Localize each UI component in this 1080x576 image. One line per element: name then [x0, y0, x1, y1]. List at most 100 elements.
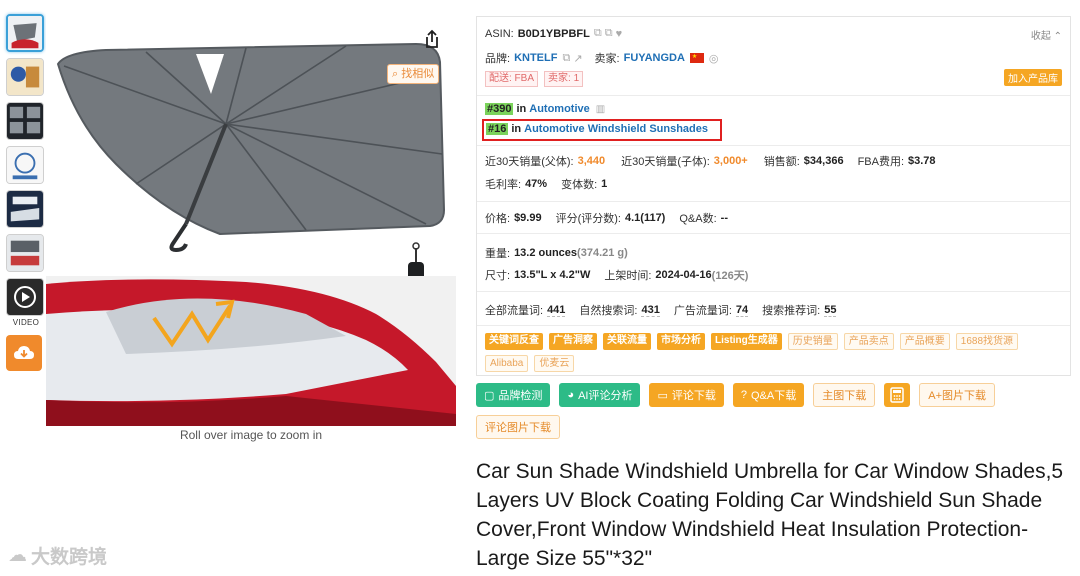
- thumbnail-3[interactable]: [6, 102, 44, 140]
- copy-link-icon[interactable]: ⧉: [605, 27, 613, 40]
- asin-label: ASIN:: [485, 27, 514, 40]
- action-buttons: ▢ 品牌检测 ◕ AI评论分析 ▭ 评论下载 ? Q&A下载 主图下载 A+图片…: [476, 383, 1076, 439]
- zoom-hint: Roll over image to zoom in: [179, 428, 323, 442]
- rank-row-2: #16 in Automotive Windshield Sunshades: [486, 123, 708, 135]
- ai-review-label: AI评论分析: [578, 390, 633, 402]
- external-link-icon[interactable]: ↗: [573, 52, 582, 65]
- tool-keyword-reverse[interactable]: 关键词反查: [485, 333, 543, 350]
- divider: [477, 145, 1070, 146]
- sellers-count-tag: 卖家: 1: [544, 71, 584, 87]
- kw-total-value[interactable]: 441: [547, 304, 566, 317]
- china-flag-icon: ★: [689, 53, 704, 63]
- price-label: 价格:: [485, 213, 511, 225]
- tool-ad-insight[interactable]: 广告洞察: [549, 333, 597, 350]
- brand-check-label: 品牌检测: [498, 390, 543, 402]
- keywords-row: 全部流量词: 441 自然搜索词: 431 广告流量词: 74 搜索推荐词: 5…: [485, 302, 850, 318]
- chevron-up-icon: ⌃: [1053, 31, 1062, 42]
- watermark: ☁ 大数跨境: [8, 542, 107, 569]
- main-image-download-button[interactable]: 主图下载: [813, 383, 876, 407]
- video-label: VIDEO: [12, 318, 40, 327]
- watermark-text: 大数跨境: [31, 547, 108, 568]
- seller-link[interactable]: FUYANGDA: [624, 52, 685, 64]
- share-icon[interactable]: [421, 28, 443, 50]
- size-label: 尺寸:: [485, 270, 511, 282]
- bar-chart-icon[interactable]: ▥: [596, 104, 605, 115]
- calculator-button[interactable]: [884, 383, 911, 407]
- location-icon[interactable]: ◎: [709, 52, 719, 65]
- weight-label: 重量:: [485, 248, 511, 260]
- price-row: 价格: $9.99 评分(评分数): 4.1(117) Q&A数: --: [485, 210, 742, 226]
- review-image-download-button[interactable]: 评论图片下载: [476, 415, 560, 439]
- favorite-icon[interactable]: ♥: [616, 28, 623, 40]
- margin-value: 47%: [525, 178, 548, 190]
- thumbnail-2[interactable]: [6, 58, 44, 96]
- brand-check-button[interactable]: ▢ 品牌检测: [476, 383, 551, 407]
- rank-category-link[interactable]: Automotive Windshield Sunshades: [524, 123, 708, 135]
- kw-ads-label: 广告流量词:: [673, 305, 732, 317]
- rank-row-1: #390 in Automotive ▥: [485, 103, 605, 115]
- video-thumbnail[interactable]: [6, 278, 44, 316]
- rank-category-link[interactable]: Automotive: [529, 103, 590, 115]
- tool-sales-history[interactable]: 历史销量: [787, 333, 838, 350]
- brand-label: 品牌:: [485, 53, 511, 65]
- pie-chart-icon: ◕: [567, 389, 575, 401]
- brand-link[interactable]: KNTELF: [514, 52, 557, 64]
- rank-number: #390: [485, 103, 514, 115]
- tool-1688-sourcing[interactable]: 1688找货源: [955, 333, 1019, 350]
- search-icon: ⌕: [392, 68, 399, 80]
- sales-child-label: 近30天销量(子体):: [621, 156, 710, 168]
- listed-label: 上架时间:: [604, 270, 652, 282]
- size-value: 13.5"L x 4.2"W: [514, 269, 591, 281]
- question-icon: ?: [740, 389, 747, 401]
- thumbnail-5[interactable]: [6, 190, 44, 228]
- tool-alibaba[interactable]: Alibaba: [485, 355, 529, 372]
- sales-parent-value: 3,440: [577, 155, 606, 167]
- thumbnail-4[interactable]: [6, 146, 44, 184]
- qa-download-button[interactable]: ? Q&A下载: [732, 383, 805, 407]
- variants-value: 1: [601, 178, 608, 190]
- price-value: $9.99: [514, 212, 542, 224]
- qa-download-label: Q&A下载: [751, 390, 797, 402]
- kw-recommend-value[interactable]: 55: [824, 304, 837, 317]
- thumbnail-1[interactable]: [6, 14, 44, 52]
- rating-value: 4.1(117): [624, 212, 666, 224]
- review-download-button[interactable]: ▭ 评论下载: [649, 383, 724, 407]
- aplus-image-download-button[interactable]: A+图片下载: [919, 383, 995, 407]
- tool-product-summary[interactable]: 产品概要: [899, 333, 950, 350]
- copy-icon[interactable]: ⧉: [594, 27, 602, 40]
- weight-value: 13.2 ounces: [514, 247, 578, 259]
- rank-number: #16: [486, 123, 509, 135]
- copy-icon[interactable]: ⧉: [562, 52, 570, 65]
- asin-value[interactable]: B0D1YBPBFL: [518, 28, 590, 40]
- tool-market-analysis[interactable]: 市场分析: [657, 333, 705, 350]
- image-download-button[interactable]: [6, 335, 42, 371]
- thumbnail-6[interactable]: [6, 234, 44, 272]
- tool-youmaiyun[interactable]: 优麦云: [534, 355, 575, 372]
- listed-value: 2024-04-16: [655, 269, 712, 281]
- tool-related-traffic[interactable]: 关联流量: [603, 333, 651, 350]
- kw-ads-value[interactable]: 74: [735, 304, 749, 317]
- comment-icon: ▭: [657, 389, 668, 402]
- calculator-icon: [890, 387, 904, 403]
- kw-recommend-label: 搜索推荐词:: [762, 305, 821, 317]
- cloud-download-icon: [14, 346, 34, 359]
- asin-row: ASIN: B0D1YBPBFL ⧉ ⧉ ♥: [485, 27, 622, 40]
- watermark-logo-icon: ☁: [8, 545, 27, 566]
- tool-selling-points[interactable]: 产品卖点: [843, 333, 894, 350]
- delivery-tag: 配送: FBA: [485, 71, 539, 87]
- qa-value: --: [720, 212, 728, 224]
- fba-fee-label: FBA费用:: [857, 156, 905, 168]
- review-download-label: 评论下载: [671, 390, 716, 402]
- tool-listing-generator[interactable]: Listing生成器: [711, 333, 782, 350]
- size-row: 尺寸: 13.5"L x 4.2"W 上架时间: 2024-04-16 (126…: [485, 267, 748, 283]
- collapse-button[interactable]: 收起 ⌃: [1031, 27, 1062, 42]
- product-info-panel: ASIN: B0D1YBPBFL ⧉ ⧉ ♥ 收起 ⌃ 品牌: KNTELF ⧉…: [476, 16, 1071, 376]
- find-similar-button[interactable]: ⌕ 找相似: [387, 64, 440, 84]
- kw-organic-value[interactable]: 431: [641, 304, 660, 317]
- sales-row: 近30天销量(父体): 3,440 近30天销量(子体): 3,000+ 销售额…: [485, 153, 950, 169]
- weight-row: 重量: 13.2 ounces (374.21 g): [485, 245, 628, 261]
- tool-tags: 关键词反查 广告洞察 关联流量 市场分析 Listing生成器 历史销量 产品卖…: [485, 333, 1065, 372]
- ai-review-button[interactable]: ◕ AI评论分析: [559, 383, 641, 407]
- add-to-library-button[interactable]: 加入产品库: [1004, 69, 1062, 86]
- listed-days: (126天): [711, 270, 749, 282]
